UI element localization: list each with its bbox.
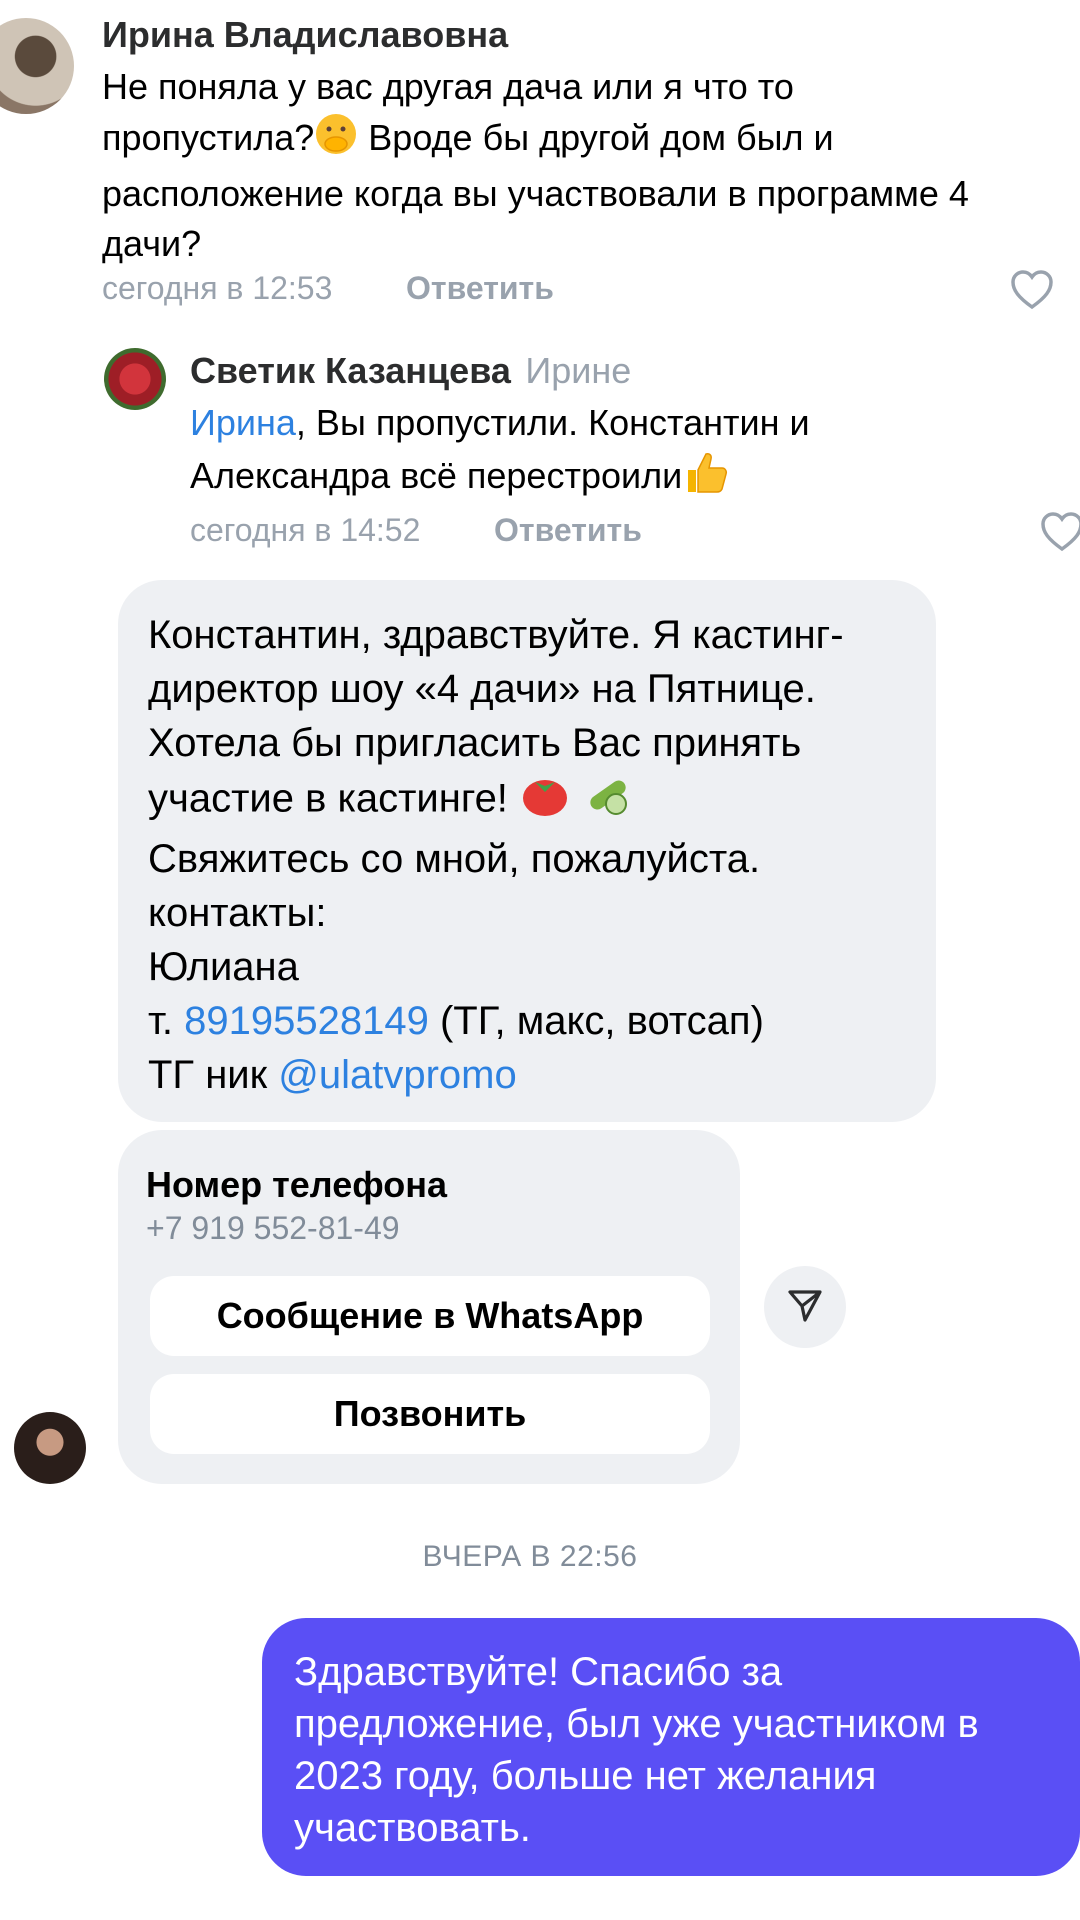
comment-text-part: пропустила?	[102, 117, 315, 159]
comment-text-line: пропустила? Вроде бы другой дом был и	[102, 112, 1080, 169]
whatsapp-message-button[interactable]: Сообщение в WhatsApp	[150, 1276, 710, 1356]
mention-link[interactable]: Ирина	[190, 402, 296, 443]
comment-text-line: расположение когда вы участвовали в прог…	[102, 173, 969, 214]
message-line: участие в кастинге!	[148, 770, 936, 832]
like-icon[interactable]	[1010, 270, 1054, 315]
message-line: директор шоу «4 дачи» на Пятнице.	[148, 667, 816, 711]
message-line: 2023 году, больше нет желания	[294, 1754, 877, 1798]
comment-time: сегодня в 14:52	[190, 512, 421, 548]
comment-text-part: , Вы пропустили. Константин и	[295, 402, 810, 443]
contact-card: Номер телефона +7 919 552-81-49 Сообщени…	[118, 1130, 740, 1484]
date-separator: ВЧЕРА В 22:56	[422, 1540, 638, 1573]
tomato-icon	[519, 770, 571, 832]
message-line-text: участие в кастинге!	[148, 776, 508, 821]
reply-header: Светик Казанцева Ирине	[190, 350, 631, 392]
call-button[interactable]: Позвонить	[150, 1374, 710, 1454]
outgoing-message-bubble[interactable]: Здравствуйте! Спасибо за предложение, бы…	[262, 1618, 1080, 1876]
avatar-irina[interactable]	[0, 18, 74, 114]
message-line: Здравствуйте! Спасибо за	[294, 1650, 783, 1694]
comment-text-line: Александра всё перестроили	[190, 448, 1070, 509]
message-line: участвовать.	[294, 1806, 531, 1850]
message-line: ТГ ник @ulatvpromo	[148, 1048, 936, 1102]
message-line: т. 89195528149 (ТГ, макс, вотсап)	[148, 994, 936, 1048]
phone-link[interactable]: 89195528149	[184, 999, 429, 1043]
comment-author[interactable]: Ирина Владиславовна	[102, 14, 508, 56]
comment-author[interactable]: Светик Казанцева	[190, 350, 511, 391]
contact-card-title: Номер телефона	[146, 1164, 448, 1205]
cucumber-icon	[582, 770, 634, 832]
message-line: Хотела бы пригласить Вас принять	[148, 721, 802, 765]
comment-text: Ирина, Вы пропустили. Константин и Алекс…	[190, 398, 1070, 509]
reply-button[interactable]: Ответить	[494, 512, 642, 549]
comment-text-line: Ирина, Вы пропустили. Константин и	[190, 398, 1070, 448]
comment-text-part: Вроде бы другой дом был и	[358, 117, 834, 159]
thumbs-up-icon	[682, 448, 730, 509]
comment-text: Не поняла у вас другая дача или я что то…	[102, 62, 1080, 269]
comment-text-line: дачи?	[102, 223, 202, 264]
comment-text-line: Не поняла у вас другая дача или я что то	[102, 66, 794, 107]
comment-text-part: Александра всё перестроили	[190, 455, 683, 497]
like-icon[interactable]	[1040, 512, 1080, 557]
face-with-hand-over-mouth-icon	[314, 112, 358, 169]
message-line: Константин, здравствуйте. Я кастинг-	[148, 613, 844, 657]
reply-button[interactable]: Ответить	[406, 270, 554, 307]
tg-prefix: ТГ ник	[148, 1053, 279, 1097]
reply-to: Ирине	[525, 350, 632, 391]
message-line: предложение, был уже участником в	[294, 1702, 979, 1746]
avatar-svetik[interactable]	[104, 348, 166, 410]
comment-time: сегодня в 12:53	[102, 270, 333, 306]
message-line: контакты:	[148, 891, 327, 935]
message-text: Константин, здравствуйте. Я кастинг- дир…	[148, 608, 936, 1102]
phone-prefix: т.	[148, 999, 185, 1043]
message-line: Свяжитесь со мной, пожалуйста.	[148, 837, 761, 881]
share-icon	[785, 1285, 825, 1330]
share-button[interactable]	[764, 1266, 846, 1348]
incoming-message-bubble[interactable]: Константин, здравствуйте. Я кастинг- дир…	[118, 580, 936, 1122]
phone-suffix: (ТГ, макс, вотсап)	[428, 999, 764, 1043]
message-line: Юлиана	[148, 945, 299, 989]
contact-card-phone: +7 919 552-81-49	[146, 1210, 400, 1246]
telegram-link[interactable]: @ulatvpromo	[278, 1053, 516, 1097]
avatar-sender[interactable]	[14, 1412, 86, 1484]
outgoing-message-text: Здравствуйте! Спасибо за предложение, бы…	[294, 1646, 1080, 1854]
